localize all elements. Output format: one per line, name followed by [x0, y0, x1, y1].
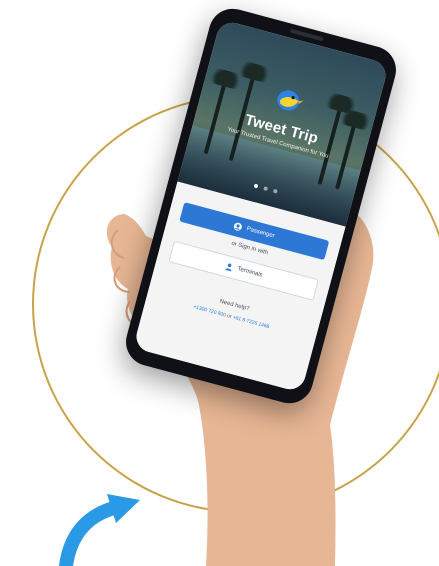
- passenger-button-label: Passenger: [245, 226, 276, 240]
- carousel-dot[interactable]: [263, 186, 269, 192]
- bird-logo-icon: [277, 90, 304, 111]
- curved-arrow-icon: [59, 494, 140, 566]
- terminals-button-label: Terminals: [236, 266, 264, 279]
- carousel-dot[interactable]: [272, 188, 278, 194]
- carousel-indicator: [253, 183, 278, 194]
- person-icon: [224, 263, 232, 272]
- carousel-dot[interactable]: [253, 183, 259, 189]
- support-phone-secondary[interactable]: +61 8 7226 1468: [232, 315, 270, 331]
- support-phone-primary[interactable]: +1300 720 800: [193, 304, 227, 318]
- user-icon: [234, 222, 243, 231]
